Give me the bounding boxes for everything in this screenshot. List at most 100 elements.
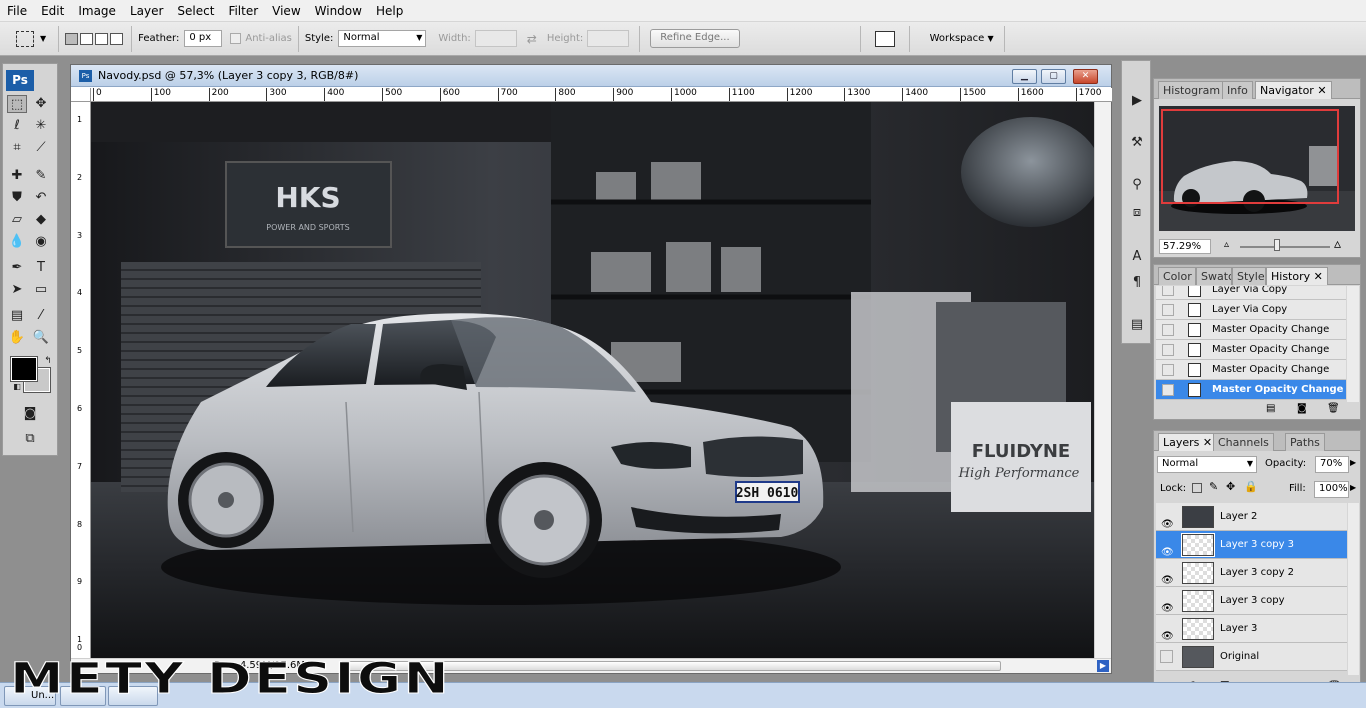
magic-wand-icon[interactable]: ✳ [31,117,51,135]
menu-view[interactable]: View [265,0,307,22]
history-snapshot-box[interactable] [1162,324,1174,336]
lock-image-icon[interactable]: ✎ [1209,480,1218,493]
tab-paths[interactable]: Paths [1285,433,1325,451]
history-snapshot-box[interactable] [1162,286,1174,296]
zoom-tool-icon[interactable]: 🔍 [31,329,51,347]
eraser-tool-icon[interactable]: ▱ [7,211,27,229]
history-brush-icon[interactable]: ↶ [31,189,51,207]
slice-tool-icon[interactable]: ⟋ [31,139,51,157]
hand-tool-icon[interactable]: ✋ [7,329,27,347]
type-tool-icon[interactable]: T [31,259,51,277]
zoom-slider-thumb[interactable] [1274,239,1280,251]
zoom-slider[interactable] [1240,246,1330,248]
scroll-right-arrow-icon[interactable]: ▶ [1097,660,1109,672]
photoshop-logo[interactable]: Ps [6,70,34,91]
tab-layers[interactable]: Layers ✕ [1158,433,1218,451]
vertical-scrollbar[interactable] [1094,102,1111,658]
tab-history[interactable]: History ✕ [1266,267,1328,285]
menu-layer[interactable]: Layer [123,0,170,22]
visibility-toggle-empty[interactable] [1160,650,1173,663]
layer-row[interactable]: Original [1156,643,1347,671]
lock-transparent-icon[interactable] [1192,483,1202,493]
history-scrollbar[interactable] [1347,286,1359,402]
vertical-ruler[interactable]: 1234567891011 [71,102,91,658]
move-tool-icon[interactable]: ✥ [31,95,51,113]
lock-all-icon[interactable]: 🔒 [1244,480,1258,493]
subtract-from-selection-icon[interactable] [95,32,109,45]
refine-edge-button[interactable]: Refine Edge... [650,29,740,48]
new-selection-icon[interactable] [65,32,79,45]
chevron-right-icon[interactable]: ▶ [1350,483,1356,492]
brush-tool-icon[interactable]: ✎ [31,167,51,185]
actions-icon[interactable]: ▶ [1126,91,1148,111]
fill-input[interactable]: 100% [1314,481,1349,498]
history-item[interactable]: Master Opacity Change [1156,360,1346,380]
layers-scrollbar[interactable] [1348,503,1359,675]
pen-tool-icon[interactable]: ✒ [7,259,27,277]
chevron-right-icon[interactable]: ▶ [1350,458,1356,467]
swap-colors-icon[interactable]: ↰ [38,352,58,370]
character-icon[interactable]: A [1126,247,1148,267]
zoom-in-icon[interactable]: ▵ [1334,236,1341,252]
lock-position-icon[interactable]: ✥ [1226,480,1235,493]
menu-image[interactable]: Image [71,0,123,22]
tab-info[interactable]: Info [1222,81,1253,99]
feather-input[interactable]: 0 px [184,30,223,47]
layer-row[interactable]: 👁 Layer 3 [1156,615,1347,643]
history-snapshot-box[interactable] [1162,364,1174,376]
minimize-icon[interactable]: ▁ [1012,69,1037,84]
chevron-down-icon[interactable]: ▼ [40,34,46,43]
lasso-tool-icon[interactable]: ℓ [7,117,27,135]
blend-mode-select[interactable]: Normal ▼ [1157,456,1257,473]
tab-histogram[interactable]: Histogram [1158,81,1226,99]
default-colors-icon[interactable]: ◧ [7,378,27,396]
add-to-selection-icon[interactable] [80,32,94,45]
tab-swatches[interactable]: Swatc [1196,267,1232,285]
history-snapshot-box[interactable] [1162,384,1174,396]
navigator-zoom-value[interactable]: 57.29% [1159,239,1211,254]
menu-filter[interactable]: Filter [221,0,265,22]
marquee-tool-preset-icon[interactable] [16,30,34,47]
opacity-input[interactable]: 70% [1315,456,1349,473]
menu-select[interactable]: Select [170,0,221,22]
rectangular-marquee-icon[interactable]: ⬚ [7,95,27,113]
horizontal-ruler[interactable]: 0 100 200 300 400 500 600 700 800 900 1000 1100 1200… [91,88,1112,102]
image-canvas[interactable]: HKS POWER AND SPORTS FLUIDYNE High Perfo… [91,102,1094,658]
menu-window[interactable]: Window [308,0,369,22]
close-icon[interactable]: ✕ [1073,69,1098,84]
tab-navigator[interactable]: Navigator ✕ [1255,81,1332,99]
workspace-menu[interactable]: Workspace ▼ [930,33,994,44]
history-snapshot-box[interactable] [1162,304,1174,316]
menu-edit[interactable]: Edit [34,0,71,22]
swap-dimensions-icon[interactable]: ⇄ [527,32,537,46]
crop-tool-icon[interactable]: ⌗ [7,139,27,157]
layer-comps-icon[interactable]: ▤ [1126,315,1148,335]
navigator-preview[interactable] [1159,106,1355,231]
maximize-icon[interactable]: ▢ [1041,69,1066,84]
rectangle-tool-icon[interactable]: ▭ [31,281,51,299]
notes-tool-icon[interactable]: ▤ [7,307,27,325]
menu-help[interactable]: Help [369,0,410,22]
zoom-out-icon[interactable]: ▵ [1224,239,1229,250]
tab-color[interactable]: Color [1158,267,1196,285]
delete-state-icon[interactable]: 🗑 [1327,403,1340,414]
history-item-selected[interactable]: Master Opacity Change [1156,380,1346,400]
quick-mask-icon[interactable]: ◙ [20,405,40,423]
tab-styles[interactable]: Styles [1232,267,1266,285]
clone-source-icon[interactable]: ⧈ [1126,203,1148,223]
navigator-view-frame[interactable] [1161,109,1339,204]
eyedropper-icon[interactable]: ⁄ [31,307,51,325]
document-title-bar[interactable]: Ps Navody.psd @ 57,3% (Layer 3 copy 3, R… [71,65,1111,87]
layer-row[interactable]: 👁 Layer 3 copy 2 [1156,559,1347,587]
paragraph-icon[interactable]: ¶ [1126,273,1148,293]
blur-tool-icon[interactable]: 💧 [7,233,27,251]
layer-row[interactable]: 👁 Layer 3 copy [1156,587,1347,615]
dodge-tool-icon[interactable]: ◉ [31,233,51,251]
history-item[interactable]: Layer Via Copy [1156,286,1346,300]
healing-brush-icon[interactable]: ✚ [7,167,27,185]
new-snapshot-icon[interactable]: ◙ [1297,403,1307,414]
ruler-corner[interactable] [71,88,91,102]
tab-channels[interactable]: Channels [1213,433,1274,451]
history-item[interactable]: Layer Via Copy [1156,300,1346,320]
layer-row[interactable]: 👁 Layer 2 [1156,503,1347,531]
